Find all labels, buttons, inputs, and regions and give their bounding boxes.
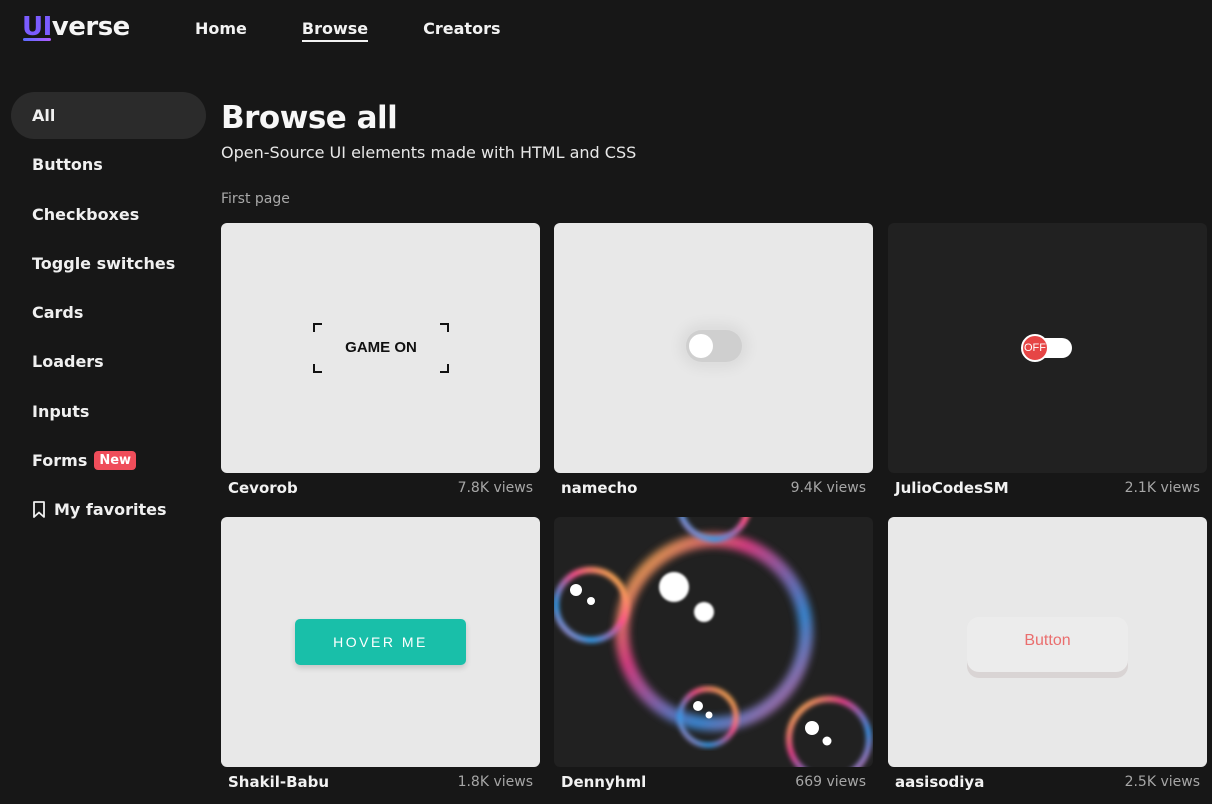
uiverse-logo[interactable]: UIverse (22, 12, 130, 42)
top-header: UIverse Home Browse Creators (0, 0, 1212, 60)
card-views: 1.8K views (457, 774, 533, 790)
card-author[interactable]: JulioCodesSM (895, 479, 1009, 497)
soft-button-preview: Button (967, 617, 1128, 672)
sidebar-item-label: Cards (32, 303, 84, 323)
bookmark-icon (33, 501, 45, 519)
page-title: Browse all (221, 100, 398, 136)
sidebar-item-label: Buttons (32, 155, 103, 175)
logo-ui-text: UI (22, 12, 52, 42)
element-card-off-toggle[interactable]: OFF (888, 223, 1207, 473)
off-toggle-knob: OFF (1021, 334, 1049, 362)
sidebar-item-label: Loaders (32, 352, 104, 372)
card-meta: Shakil-Babu 1.8K views (221, 773, 540, 793)
nav-browse-link[interactable]: Browse (301, 19, 369, 42)
card-meta: Dennyhml 669 views (554, 773, 873, 793)
nav-creators-link[interactable]: Creators (423, 19, 500, 42)
element-card-soft-button[interactable]: Button (888, 517, 1207, 767)
card-meta: JulioCodesSM 2.1K views (888, 479, 1207, 499)
sidebar-item-loaders[interactable]: Loaders (11, 338, 206, 385)
sidebar-item-my-favorites[interactable]: My favorites (11, 486, 206, 533)
sidebar-item-all[interactable]: All (11, 92, 206, 139)
sidebar-item-toggle-switches[interactable]: Toggle switches (11, 240, 206, 287)
bubbles-preview (554, 517, 872, 767)
card-views: 669 views (795, 774, 866, 790)
toggle-switch-preview (686, 330, 742, 362)
sidebar-item-label: Checkboxes (32, 204, 140, 224)
card-meta: aasisodiya 2.5K views (888, 773, 1207, 793)
sidebar-item-label: Inputs (32, 401, 90, 421)
card-author[interactable]: namecho (561, 479, 637, 497)
game-on-text: GAME ON (345, 339, 417, 356)
sidebar-item-label: My favorites (54, 500, 167, 520)
card-author[interactable]: Shakil-Babu (228, 773, 329, 791)
card-author[interactable]: aasisodiya (895, 773, 984, 791)
card-views: 7.8K views (457, 480, 533, 496)
card-views: 2.1K views (1124, 480, 1200, 496)
game-on-button-preview: GAME ON (313, 323, 449, 373)
sidebar-item-buttons[interactable]: Buttons (11, 141, 206, 188)
sidebar-item-label: Forms (32, 451, 88, 471)
hover-me-button-preview: HOVER ME (295, 619, 466, 665)
sidebar-item-cards[interactable]: Cards (11, 289, 206, 336)
page-label: First page (221, 191, 290, 207)
page-subtitle: Open-Source UI elements made with HTML a… (221, 143, 637, 162)
element-card-grey-toggle[interactable] (554, 223, 873, 473)
card-author[interactable]: Cevorob (228, 479, 298, 497)
logo-verse-text: verse (51, 12, 131, 42)
category-sidebar: All Buttons Checkboxes Toggle switches C… (11, 92, 206, 536)
card-author[interactable]: Dennyhml (561, 773, 646, 791)
element-card-hover-me[interactable]: HOVER ME (221, 517, 540, 767)
card-views: 9.4K views (790, 480, 866, 496)
card-meta: Cevorob 7.8K views (221, 479, 540, 499)
card-meta: namecho 9.4K views (554, 479, 873, 499)
nav-home-link[interactable]: Home (195, 19, 247, 42)
sidebar-item-label: Toggle switches (32, 253, 176, 273)
element-card-bubbles[interactable] (554, 517, 873, 767)
new-badge: New (94, 451, 137, 471)
card-views: 2.5K views (1124, 774, 1200, 790)
sidebar-item-forms[interactable]: Forms New (11, 437, 206, 484)
main-nav: Home Browse Creators (195, 19, 555, 42)
element-card-game-on[interactable]: GAME ON (221, 223, 540, 473)
sidebar-item-label: All (32, 106, 56, 125)
sidebar-item-checkboxes[interactable]: Checkboxes (11, 191, 206, 238)
sidebar-item-inputs[interactable]: Inputs (11, 388, 206, 435)
off-toggle-preview: OFF (1021, 334, 1072, 362)
